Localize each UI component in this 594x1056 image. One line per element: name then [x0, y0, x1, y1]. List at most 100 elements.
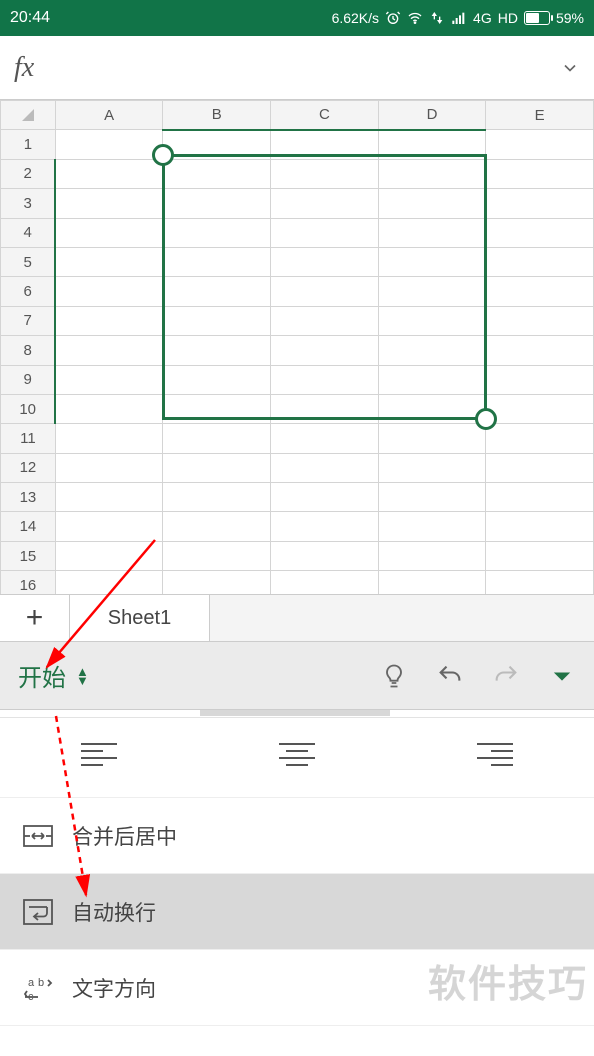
- cell-A3[interactable]: [55, 189, 163, 218]
- cell-A15[interactable]: [55, 541, 163, 570]
- cell-B1[interactable]: [163, 130, 271, 159]
- cell-A10[interactable]: [55, 394, 163, 423]
- cell-C15[interactable]: [271, 541, 379, 570]
- cell-D8[interactable]: [378, 336, 486, 365]
- row-header-3[interactable]: 3: [1, 189, 56, 218]
- cell-E10[interactable]: [486, 394, 594, 423]
- cell-C1[interactable]: [271, 130, 379, 159]
- cell-C16[interactable]: [271, 571, 379, 594]
- cell-C2[interactable]: [271, 159, 379, 188]
- cell-C14[interactable]: [271, 512, 379, 541]
- cell-B6[interactable]: [163, 277, 271, 306]
- cell-E8[interactable]: [486, 336, 594, 365]
- cell-B11[interactable]: [163, 424, 271, 453]
- cell-A1[interactable]: [55, 130, 163, 159]
- row-header-7[interactable]: 7: [1, 306, 56, 335]
- cell-A9[interactable]: [55, 365, 163, 394]
- text-direction-item[interactable]: abc 文字方向: [0, 950, 594, 1026]
- cell-E14[interactable]: [486, 512, 594, 541]
- cell-B12[interactable]: [163, 453, 271, 482]
- row-header-6[interactable]: 6: [1, 277, 56, 306]
- cell-E12[interactable]: [486, 453, 594, 482]
- select-all-corner[interactable]: [1, 101, 56, 130]
- cell-C12[interactable]: [271, 453, 379, 482]
- row-header-16[interactable]: 16: [1, 571, 56, 594]
- cell-C13[interactable]: [271, 483, 379, 512]
- cell-C8[interactable]: [271, 336, 379, 365]
- cell-C5[interactable]: [271, 247, 379, 276]
- cell-E3[interactable]: [486, 189, 594, 218]
- cell-C9[interactable]: [271, 365, 379, 394]
- undo-icon[interactable]: [436, 662, 464, 690]
- cell-E5[interactable]: [486, 247, 594, 276]
- cell-C4[interactable]: [271, 218, 379, 247]
- cell-A7[interactable]: [55, 306, 163, 335]
- row-header-4[interactable]: 4: [1, 218, 56, 247]
- cell-D7[interactable]: [378, 306, 486, 335]
- row-header-14[interactable]: 14: [1, 512, 56, 541]
- lightbulb-icon[interactable]: [380, 662, 408, 690]
- cell-B13[interactable]: [163, 483, 271, 512]
- cell-A5[interactable]: [55, 247, 163, 276]
- cell-E4[interactable]: [486, 218, 594, 247]
- cell-B7[interactable]: [163, 306, 271, 335]
- cell-A14[interactable]: [55, 512, 163, 541]
- col-header-A[interactable]: A: [55, 101, 163, 130]
- sheet-tab-sheet1[interactable]: Sheet1: [70, 595, 210, 641]
- cell-A11[interactable]: [55, 424, 163, 453]
- add-sheet-button[interactable]: +: [0, 595, 70, 641]
- cell-A12[interactable]: [55, 453, 163, 482]
- cell-E16[interactable]: [486, 571, 594, 594]
- cell-C7[interactable]: [271, 306, 379, 335]
- row-header-9[interactable]: 9: [1, 365, 56, 394]
- cell-D16[interactable]: [378, 571, 486, 594]
- cell-D10[interactable]: [378, 394, 486, 423]
- cell-A6[interactable]: [55, 277, 163, 306]
- chevron-down-icon[interactable]: [560, 58, 580, 78]
- cell-E13[interactable]: [486, 483, 594, 512]
- cell-E15[interactable]: [486, 541, 594, 570]
- cell-E2[interactable]: [486, 159, 594, 188]
- formula-bar[interactable]: fx: [0, 36, 594, 100]
- redo-icon[interactable]: [492, 662, 520, 690]
- col-header-E[interactable]: E: [486, 101, 594, 130]
- cell-B2[interactable]: [163, 159, 271, 188]
- cell-E9[interactable]: [486, 365, 594, 394]
- cell-D9[interactable]: [378, 365, 486, 394]
- cell-B9[interactable]: [163, 365, 271, 394]
- cell-D2[interactable]: [378, 159, 486, 188]
- cell-D3[interactable]: [378, 189, 486, 218]
- cell-D1[interactable]: [378, 130, 486, 159]
- cell-B3[interactable]: [163, 189, 271, 218]
- row-header-13[interactable]: 13: [1, 483, 56, 512]
- cell-A13[interactable]: [55, 483, 163, 512]
- cell-E7[interactable]: [486, 306, 594, 335]
- cell-E1[interactable]: [486, 130, 594, 159]
- cell-D12[interactable]: [378, 453, 486, 482]
- row-header-12[interactable]: 12: [1, 453, 56, 482]
- cell-A16[interactable]: [55, 571, 163, 594]
- cell-D14[interactable]: [378, 512, 486, 541]
- cell-B10[interactable]: [163, 394, 271, 423]
- cell-C6[interactable]: [271, 277, 379, 306]
- cell-B8[interactable]: [163, 336, 271, 365]
- cell-D5[interactable]: [378, 247, 486, 276]
- row-header-2[interactable]: 2: [1, 159, 56, 188]
- cell-E6[interactable]: [486, 277, 594, 306]
- row-header-15[interactable]: 15: [1, 541, 56, 570]
- cell-A4[interactable]: [55, 218, 163, 247]
- align-center-button[interactable]: [277, 740, 317, 775]
- align-left-button[interactable]: [79, 740, 119, 775]
- cell-C11[interactable]: [271, 424, 379, 453]
- cell-B15[interactable]: [163, 541, 271, 570]
- row-header-10[interactable]: 10: [1, 394, 56, 423]
- merge-center-item[interactable]: 合并后居中: [0, 798, 594, 874]
- cell-B5[interactable]: [163, 247, 271, 276]
- align-right-button[interactable]: [475, 740, 515, 775]
- cell-E11[interactable]: [486, 424, 594, 453]
- row-header-8[interactable]: 8: [1, 336, 56, 365]
- ribbon-tab-selector[interactable]: 开始 ▲▼: [18, 658, 89, 693]
- cell-C10[interactable]: [271, 394, 379, 423]
- col-header-C[interactable]: C: [271, 101, 379, 130]
- cell-C3[interactable]: [271, 189, 379, 218]
